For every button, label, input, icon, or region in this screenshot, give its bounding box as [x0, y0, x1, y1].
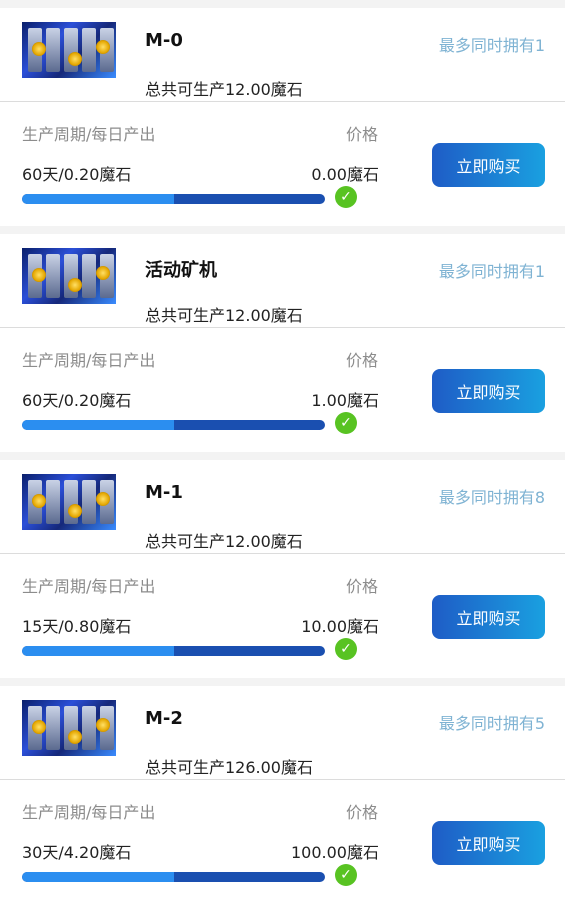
product-name: M-1	[145, 482, 183, 503]
total-production: 总共可生产126.00魔石	[145, 758, 313, 777]
product-list: M-0 最多同时拥有1 总共可生产12.00魔石 生产周期/每日产出 价格 60…	[0, 0, 565, 904]
total-production: 总共可生产12.00魔石	[145, 532, 303, 551]
divider	[0, 553, 565, 554]
ownership-limit: 最多同时拥有1	[438, 36, 545, 55]
mining-rig-image	[22, 248, 116, 304]
product-card: M-2 最多同时拥有5 总共可生产126.00魔石 生产周期/每日产出 价格 3…	[0, 686, 565, 904]
ownership-limit: 最多同时拥有5	[438, 714, 545, 733]
progress-bar	[22, 420, 325, 430]
period-value: 15天/0.80魔石	[22, 617, 132, 636]
progress-bar	[22, 646, 325, 656]
check-icon: ✓	[335, 186, 357, 208]
check-icon: ✓	[335, 864, 357, 886]
progress-bar	[22, 872, 325, 882]
mining-rig-image	[22, 22, 116, 78]
buy-button[interactable]: 立即购买	[432, 369, 545, 413]
period-label: 生产周期/每日产出	[22, 125, 156, 144]
check-icon: ✓	[335, 412, 357, 434]
product-card: M-0 最多同时拥有1 总共可生产12.00魔石 生产周期/每日产出 价格 60…	[0, 8, 565, 226]
product-card: M-1 最多同时拥有8 总共可生产12.00魔石 生产周期/每日产出 价格 15…	[0, 460, 565, 678]
period-label: 生产周期/每日产出	[22, 577, 156, 596]
buy-button[interactable]: 立即购买	[432, 595, 545, 639]
price-value: 100.00魔石	[291, 843, 379, 862]
progress-fill	[22, 646, 174, 656]
progress-bar	[22, 194, 325, 204]
price-value: 1.00魔石	[311, 391, 379, 410]
total-production: 总共可生产12.00魔石	[145, 80, 303, 99]
product-card: 活动矿机 最多同时拥有1 总共可生产12.00魔石 生产周期/每日产出 价格 6…	[0, 234, 565, 452]
period-value: 60天/0.20魔石	[22, 391, 132, 410]
product-name: 活动矿机	[145, 260, 217, 281]
price-value: 0.00魔石	[311, 165, 379, 184]
product-name: M-0	[145, 30, 183, 51]
period-value: 30天/4.20魔石	[22, 843, 132, 862]
price-label: 价格	[346, 803, 379, 822]
price-label: 价格	[346, 351, 379, 370]
mining-rig-image	[22, 700, 116, 756]
period-label: 生产周期/每日产出	[22, 803, 156, 822]
buy-button[interactable]: 立即购买	[432, 143, 545, 187]
price-label: 价格	[346, 577, 379, 596]
progress-fill	[22, 194, 174, 204]
ownership-limit: 最多同时拥有8	[438, 488, 545, 507]
product-name: M-2	[145, 708, 183, 729]
check-icon: ✓	[335, 638, 357, 660]
period-value: 60天/0.20魔石	[22, 165, 132, 184]
divider	[0, 779, 565, 780]
price-label: 价格	[346, 125, 379, 144]
divider	[0, 327, 565, 328]
mining-rig-image	[22, 474, 116, 530]
buy-button[interactable]: 立即购买	[432, 821, 545, 865]
progress-fill	[22, 872, 174, 882]
divider	[0, 101, 565, 102]
progress-fill	[22, 420, 174, 430]
total-production: 总共可生产12.00魔石	[145, 306, 303, 325]
period-label: 生产周期/每日产出	[22, 351, 156, 370]
price-value: 10.00魔石	[301, 617, 379, 636]
ownership-limit: 最多同时拥有1	[438, 262, 545, 281]
